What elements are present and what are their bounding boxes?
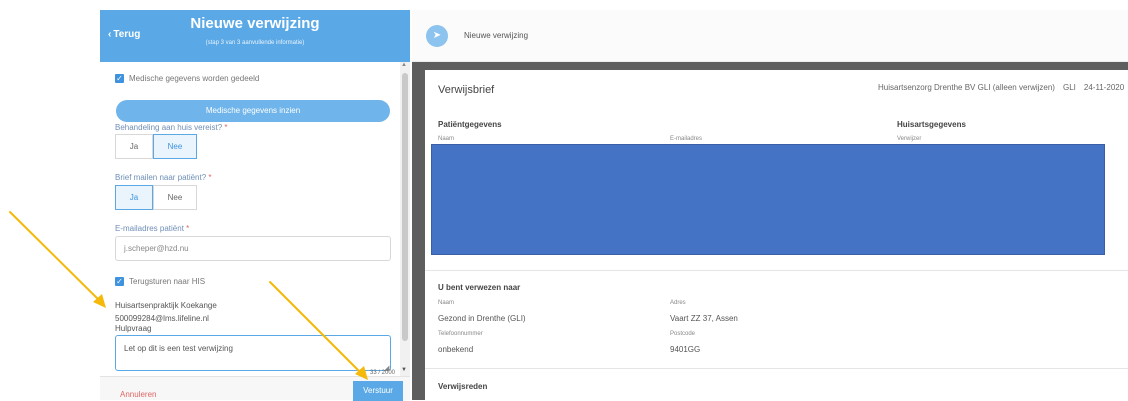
patient-name-label: Naam [438, 136, 455, 142]
letter-code: GLI [1062, 83, 1076, 92]
practice-email: 500099284@lms.lifeline.nl [115, 314, 209, 323]
letter-organization: Huisartsenzorg Drenthe BV GLI (alleen ve… [878, 83, 1055, 92]
redaction-block [431, 144, 1105, 255]
left-panel-header: ‹ Terug Nieuwe verwijzing (stap 3 van 3 a… [100, 10, 410, 62]
letter-meta: Huisartsenzorg Drenthe BV GLI (alleen ve… [878, 83, 1124, 92]
gp-heading: Huisartsgegevens [897, 120, 966, 129]
mail-letter-nee[interactable]: Nee [153, 185, 197, 210]
arrow-to-practice [9, 211, 105, 306]
phone-value: onbekend [438, 345, 474, 354]
address-label: Adres [670, 300, 686, 306]
patient-email-label: E-mailadres patiënt * [115, 224, 190, 233]
gp-referrer-label: Verwijzer [897, 136, 922, 142]
patient-email-input[interactable]: j.scheper@hzd.nu [115, 236, 391, 261]
scroll-down-icon[interactable]: ▼ [401, 367, 407, 373]
return-his-checkbox[interactable]: ✓ [115, 277, 124, 286]
practice-name: Huisartsenpraktijk Koekange [115, 301, 217, 310]
form-footer: Annuleren Verstuur [100, 376, 410, 401]
reason-heading: Verwijsreden [438, 382, 488, 391]
patient-heading: Patiëntgegevens [438, 120, 502, 129]
referral-letter: Verwijsbrief Huisartsenzorg Drenthe BV G… [425, 70, 1128, 400]
divider [425, 270, 1128, 271]
cancel-button[interactable]: Annuleren [120, 390, 156, 399]
scroll-up-icon[interactable]: ▲ [401, 62, 407, 68]
letter-date: 24-11-2020 [1083, 83, 1125, 92]
check-icon: ✓ [116, 74, 123, 83]
postcode-value: 9401GG [670, 345, 701, 354]
address-value: Vaart ZZ 37, Assen [670, 314, 738, 323]
check-icon: ✓ [116, 277, 123, 286]
referred-to-heading: U bent verwezen naar [438, 283, 521, 292]
divider [425, 368, 1128, 369]
medical-shared-label: Medische gegevens worden gedeeld [129, 74, 260, 83]
postcode-label: Postcode [670, 331, 696, 337]
home-treatment-ja[interactable]: Ja [115, 134, 153, 159]
paper-plane-icon: ➤ [426, 25, 448, 47]
preview-title: Nieuwe verwijzing [464, 31, 529, 40]
send-button[interactable]: Verstuur [353, 381, 403, 401]
medical-shared-checkbox[interactable]: ✓ [115, 74, 124, 83]
preview-header: ➤ Nieuwe verwijzing [412, 10, 1128, 62]
letter-title: Verwijsbrief [438, 84, 495, 96]
referred-name-label: Naam [438, 300, 455, 306]
hulpvraag-textarea[interactable]: Let op dit is een test verwijzing [115, 335, 391, 371]
patient-email-caption: E-mailadres [670, 136, 703, 142]
home-treatment-label: Behandeling aan huis vereist? * [115, 123, 228, 132]
panel-subtitle: (stap 3 van 3 aanvullende informatie) [205, 40, 305, 46]
panel-title: Nieuwe verwijzing [190, 15, 320, 32]
hulpvraag-label: Hulpvraag [115, 324, 152, 333]
scrollbar-thumb[interactable] [402, 73, 408, 341]
home-treatment-nee[interactable]: Nee [153, 134, 197, 159]
referred-name: Gezond in Drenthe (GLI) [438, 314, 526, 323]
phone-label: Telefoonnummer [438, 331, 483, 337]
mail-letter-ja[interactable]: Ja [115, 185, 153, 210]
mail-letter-label: Brief mailen naar patiënt? * [115, 173, 212, 182]
return-his-label: Terugsturen naar HIS [129, 277, 206, 286]
view-medical-data-button[interactable]: Medische gegevens inzien [116, 100, 390, 122]
